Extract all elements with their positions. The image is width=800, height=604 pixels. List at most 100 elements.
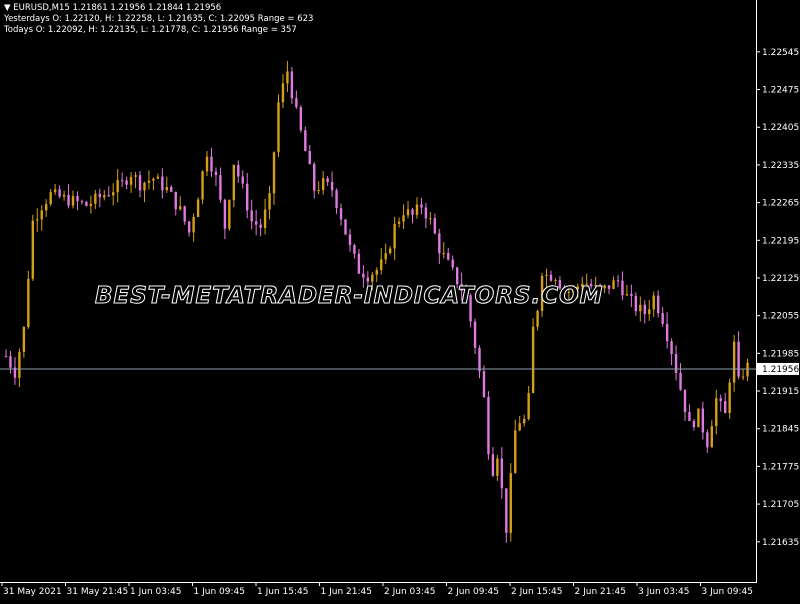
candle-body [330,181,334,191]
y-tick-label: 1.21775 [762,462,799,472]
candle-body [259,224,262,228]
candle-body [277,102,280,153]
candle-body [85,201,88,206]
candle-body [710,426,713,448]
candle-body [424,207,428,219]
candle-body [335,190,338,209]
candle-body [272,152,276,194]
y-tick-label: 1.22405 [762,123,799,133]
collapse-triangle-icon[interactable]: ▼ [4,3,11,13]
candle-body [420,204,423,208]
candle-body [58,189,61,197]
candle-body [134,175,137,177]
candle-body [402,215,405,222]
candle-body [451,259,454,268]
candle-body [531,326,535,394]
x-tick-label: 2 Jun 03:45 [384,587,435,597]
candle-body [187,221,191,233]
candle-body [500,458,504,489]
candle-body [701,408,705,433]
candle-body [241,176,244,184]
candle-body [246,183,249,211]
candle-body [192,216,195,233]
candle-body [518,423,521,431]
candle-body [697,408,700,428]
y-tick-label: 1.22475 [762,86,799,96]
x-tick-label: 2 Jun 21:45 [575,587,626,597]
candle-body [380,259,383,270]
candle-body [616,280,620,282]
candle-body [397,221,401,224]
candle-body [290,71,294,99]
candle-body [344,219,347,235]
candle-body [174,191,177,210]
candle-body [98,193,102,198]
y-tick-label: 1.21845 [762,425,799,435]
candle-body [706,432,709,448]
candle-body [94,193,97,204]
candle-body [411,209,414,215]
candle-body [393,223,396,249]
candle-body [737,341,740,377]
x-tick-label: 3 Jun 09:45 [702,587,753,597]
candle-body [304,130,307,152]
y-tick-label: 1.22265 [762,199,799,209]
candle-body [674,354,678,373]
candle-body [746,362,749,377]
candle-body [536,311,539,327]
candle-body [661,313,664,324]
candle-body [152,178,155,181]
candle-body [317,190,320,192]
candle-body [482,371,486,397]
candle-body [129,176,133,185]
candle-body [433,218,437,234]
price-chart[interactable]: 1.22545 1.22475 1.22405 1.22335 1.22265 1.221… [0,0,800,600]
candle-body [648,309,651,315]
candle-body [80,201,84,203]
candle-body [62,194,66,197]
candle-body [741,376,745,378]
candle-body [27,278,30,327]
candle-body [313,164,316,191]
candle-body [76,196,79,202]
candle-body [219,175,222,200]
candle-body [232,164,236,201]
candle-body [353,245,356,254]
candle-body [371,274,374,282]
candle-body [527,393,530,419]
candle-body [384,253,387,260]
candle-body [125,180,128,185]
candle-body [22,326,26,352]
candle-body [487,396,490,455]
candle-body [268,193,271,210]
yesterday-stats: Yesterdays O: 1.22120, H: 1.22258, L: 1.… [4,14,314,24]
candle-body [112,192,115,196]
candle-body [326,178,329,182]
candle-body [522,418,526,424]
candle-body [31,220,35,279]
x-tick-label: 2 Jun 15:45 [511,587,562,597]
candle-body [348,234,352,246]
candle-body [455,267,459,285]
candle-body [161,176,164,191]
candle-body [67,194,70,206]
y-tick-label: 1.21915 [762,387,799,397]
candle-body [362,273,365,278]
candle-body [688,412,691,422]
candle-body [670,341,673,355]
candle-body [214,171,218,176]
candle-body [679,372,682,390]
x-tick-label: 1 Jun 03:45 [130,587,181,597]
candle-body [442,253,445,255]
candle-body [40,210,43,220]
candle-body [406,209,410,216]
candle-body [281,83,285,103]
y-tick-label: 1.21635 [762,538,799,548]
candle-body [138,175,142,191]
candle-body [263,209,267,228]
candle-body [170,186,173,192]
candle-body [357,253,361,274]
y-axis-ticks: 1.22545 1.22475 1.22405 1.22335 1.22265 1.221… [756,48,799,548]
candle-body [545,274,548,276]
candle-body [196,199,200,217]
